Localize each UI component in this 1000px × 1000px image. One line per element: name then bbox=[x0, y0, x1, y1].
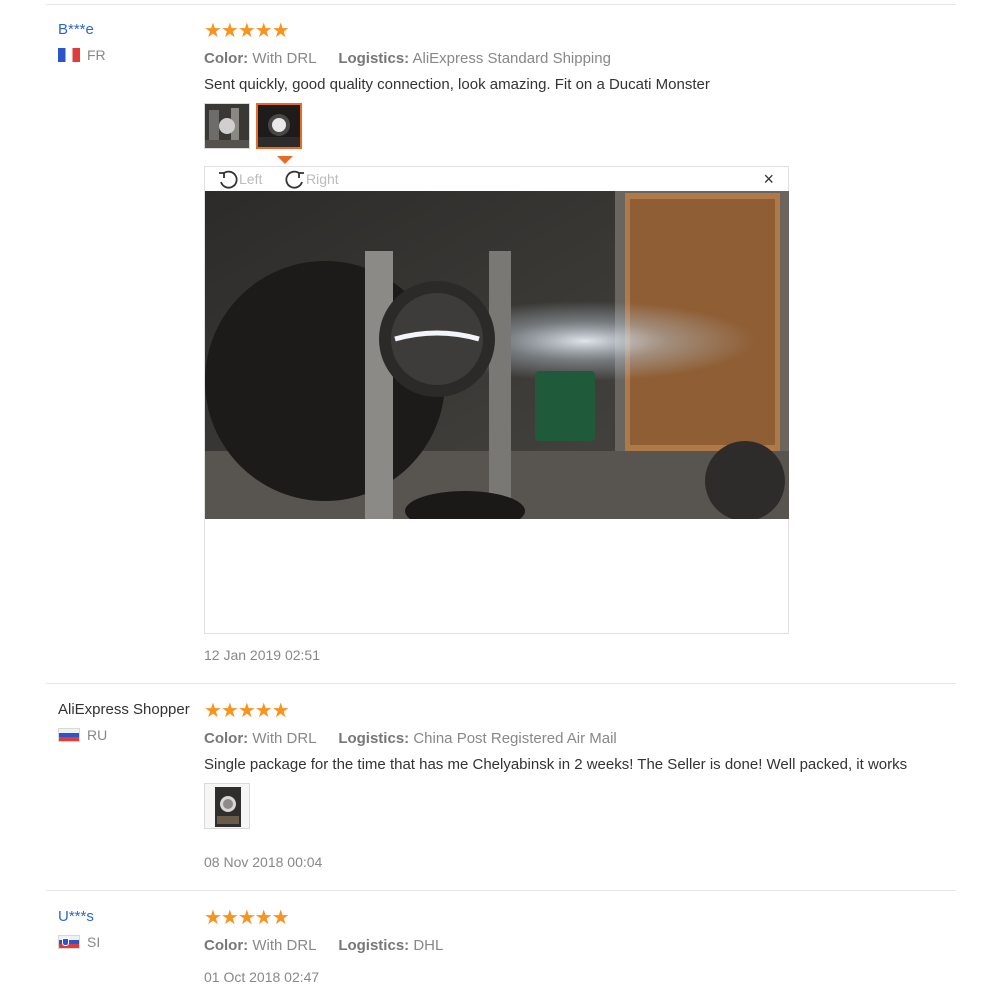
review-date: 01 Oct 2018 02:47 bbox=[204, 969, 320, 985]
review-body: ★★★★★ Color: With DRL Logistics: DHL bbox=[204, 907, 964, 954]
logistics-value: China Post Registered Air Mail bbox=[413, 730, 617, 747]
review-thumbnails bbox=[204, 783, 964, 829]
rotate-right-button[interactable]: Right bbox=[284, 168, 339, 190]
color-label: Color: bbox=[204, 50, 249, 67]
review-meta: Color: With DRL Logistics: AliExpress St… bbox=[204, 50, 964, 67]
review-meta: Color: With DRL Logistics: DHL bbox=[204, 937, 964, 954]
reviewer-country: SI bbox=[58, 934, 100, 950]
logistics-value: DHL bbox=[413, 937, 444, 954]
viewer-toolbar: Left Right × bbox=[205, 167, 788, 192]
star-rating: ★★★★★ bbox=[204, 700, 290, 722]
flag-fr-icon bbox=[58, 48, 80, 62]
review-date: 08 Nov 2018 00:04 bbox=[204, 854, 323, 870]
reviewer-info: AliExpress Shopper RU bbox=[58, 701, 190, 743]
review-date: 12 Jan 2019 02:51 bbox=[204, 647, 320, 663]
review-text: Single package for the time that has me … bbox=[204, 756, 908, 773]
review-body: ★★★★★ Color: With DRL Logistics: AliExpr… bbox=[204, 20, 964, 149]
color-value: With DRL bbox=[252, 50, 316, 67]
color-value: With DRL bbox=[252, 937, 316, 954]
logistics-label: Logistics: bbox=[338, 937, 410, 954]
color-label: Color: bbox=[204, 937, 249, 954]
reviewer-info: B***e FR bbox=[58, 21, 106, 63]
rotate-left-label: Left bbox=[239, 171, 263, 187]
top-divider bbox=[46, 4, 956, 5]
star-rating: ★★★★★ bbox=[204, 20, 290, 42]
review-text: Sent quickly, good quality connection, l… bbox=[204, 76, 710, 93]
reviewer-name[interactable]: U***s bbox=[58, 908, 100, 925]
active-thumb-pointer bbox=[277, 156, 293, 164]
review-photo-thumb[interactable] bbox=[204, 103, 250, 149]
color-value: With DRL bbox=[252, 730, 316, 747]
country-code: FR bbox=[87, 47, 106, 63]
close-viewer-button[interactable]: × bbox=[763, 170, 774, 188]
logistics-value: AliExpress Standard Shipping bbox=[412, 50, 611, 67]
review-photo-thumb[interactable] bbox=[204, 783, 250, 829]
review-divider bbox=[46, 890, 956, 891]
rotate-right-icon bbox=[285, 170, 304, 189]
review-photo-large bbox=[205, 191, 789, 519]
reviewer-country: RU bbox=[58, 727, 190, 743]
review-divider bbox=[46, 683, 956, 684]
reviewer-country: FR bbox=[58, 47, 106, 63]
review-meta: Color: With DRL Logistics: China Post Re… bbox=[204, 730, 964, 747]
logistics-label: Logistics: bbox=[338, 730, 410, 747]
reviewer-name: AliExpress Shopper bbox=[58, 701, 190, 718]
flag-si-icon bbox=[58, 935, 80, 949]
review-photo-thumb-active[interactable] bbox=[256, 103, 302, 149]
photo-viewer: Left Right × bbox=[204, 166, 789, 634]
rotate-left-icon bbox=[219, 170, 238, 189]
star-rating: ★★★★★ bbox=[204, 907, 290, 929]
reviewer-info: U***s SI bbox=[58, 908, 100, 950]
rotate-right-label: Right bbox=[306, 171, 339, 187]
reviewer-name[interactable]: B***e bbox=[58, 21, 106, 38]
rotate-left-button[interactable]: Left bbox=[217, 168, 262, 190]
review-body: ★★★★★ Color: With DRL Logistics: China P… bbox=[204, 700, 964, 829]
country-code: RU bbox=[87, 727, 108, 743]
flag-ru-icon bbox=[58, 728, 80, 742]
color-label: Color: bbox=[204, 730, 249, 747]
logistics-label: Logistics: bbox=[338, 50, 410, 67]
country-code: SI bbox=[87, 934, 101, 950]
review-thumbnails bbox=[204, 103, 964, 149]
